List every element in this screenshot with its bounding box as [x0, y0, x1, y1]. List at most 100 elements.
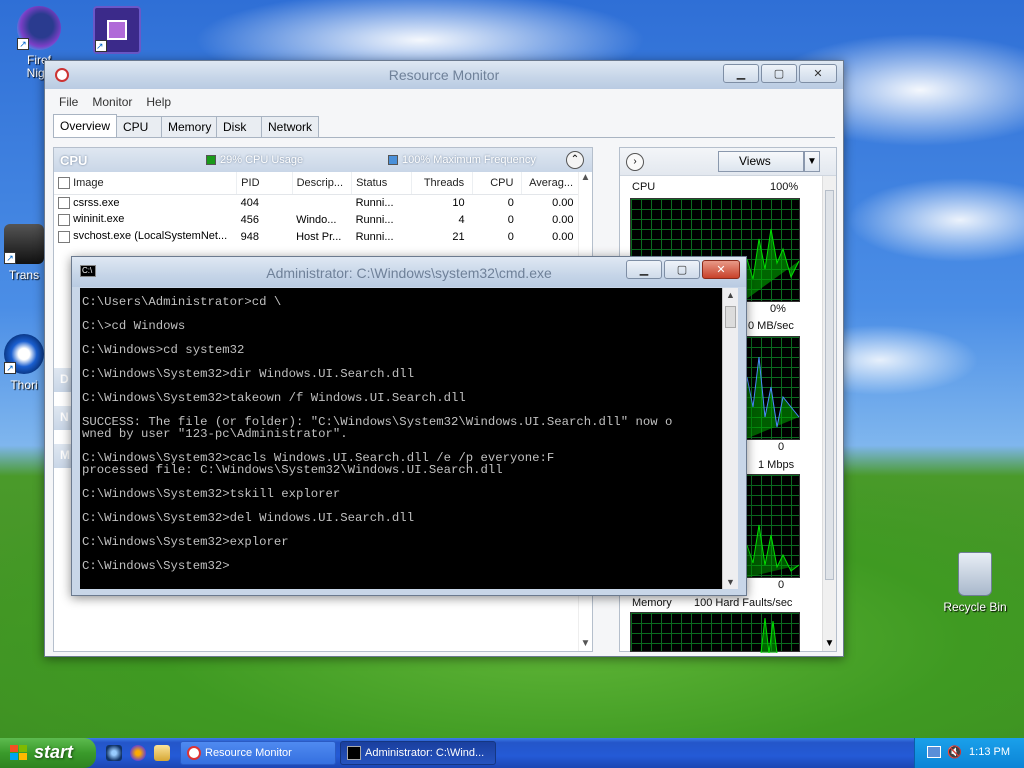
row-checkbox[interactable]	[58, 230, 70, 243]
console-line: C:\>cd Windows	[82, 319, 186, 333]
scroll-down-icon[interactable]: ▼	[723, 577, 738, 587]
column-threads[interactable]: Threads	[411, 172, 474, 195]
console-line: C:\Windows\System32>dir Windows.UI.Searc…	[82, 367, 415, 381]
cmd-titlebar[interactable]: C:\ Administrator: C:\Windows\system32\c…	[72, 257, 746, 287]
minimize-button[interactable]: ▁	[626, 260, 662, 279]
clock[interactable]: 1:13 PM	[969, 746, 1010, 758]
row-checkbox[interactable]	[58, 196, 70, 209]
process-average: 0.00	[552, 196, 574, 209]
quicklaunch-browser-icon[interactable]	[106, 745, 122, 761]
task-cmd[interactable]: Administrator: C:\Wind...	[340, 741, 496, 765]
process-status: Runni...	[355, 213, 394, 226]
network-graph-min: 0	[778, 579, 785, 591]
console-line: C:\Windows\System32>takeown /f Windows.U…	[82, 391, 466, 405]
graph-panel-scrollbar[interactable]: ▼	[822, 176, 836, 651]
tab-memory[interactable]: Memory	[161, 116, 218, 138]
scroll-up-icon[interactable]: ▲	[723, 290, 738, 300]
menu-help[interactable]: Help	[146, 95, 171, 111]
console-output[interactable]: C:\Users\Administrator>cd \ C:\>cd Windo…	[80, 288, 722, 589]
select-all-checkbox[interactable]	[58, 176, 70, 189]
chevron-right-icon[interactable]: ›	[626, 153, 644, 171]
column-cpu[interactable]: CPU	[472, 172, 523, 195]
start-button[interactable]: start	[0, 738, 96, 768]
column-description[interactable]: Descrip...	[292, 172, 353, 195]
desktop-icon-thorium[interactable]: ↗ Thori	[2, 334, 46, 392]
process-cpu: 0	[507, 213, 514, 226]
minimize-icon: ▁	[736, 68, 746, 80]
shortcut-arrow-icon: ↗	[17, 38, 29, 50]
tab-overview[interactable]: Overview	[53, 114, 118, 137]
memory-graph	[630, 612, 800, 654]
cpu-panel-title: CPU	[60, 152, 88, 168]
column-image[interactable]: Image	[54, 172, 238, 195]
process-pid: 456	[240, 213, 260, 226]
transfer-icon: ↗	[4, 224, 44, 264]
quicklaunch-firefox-icon[interactable]	[130, 745, 146, 761]
console-line: C:\Windows\System32>tskill explorer	[82, 487, 341, 501]
recycle-bin-icon	[958, 552, 992, 596]
process-cpu: 0	[507, 230, 514, 243]
scroll-up-icon[interactable]: ▲	[579, 172, 592, 183]
desktop-icon-cpu-z[interactable]: ↗	[93, 6, 141, 54]
menu-bar: File Monitor Help	[45, 89, 843, 111]
scroll-thumb[interactable]	[725, 306, 736, 328]
resource-monitor-icon	[187, 746, 201, 760]
collapse-chevron-icon[interactable]: ⌃	[566, 151, 584, 169]
close-button[interactable]: ✕	[799, 64, 837, 83]
thorium-icon: ↗	[4, 334, 44, 374]
taskbar: start Resource Monitor Administrator: C:…	[0, 738, 1024, 768]
desktop-icon-recycle-bin[interactable]: Recycle Bin	[940, 552, 1010, 614]
console-line: processed file: C:\Windows\System32\Wind…	[82, 463, 503, 477]
menu-monitor[interactable]: Monitor	[92, 95, 132, 111]
desktop-icon-label: Thori	[10, 378, 38, 392]
cpu-frequency-legend-icon	[388, 155, 398, 165]
table-row[interactable]: csrss.exe 404 Runni... 10 0 0.00	[54, 194, 582, 211]
console-scrollbar[interactable]: ▲ ▼	[722, 288, 738, 589]
quicklaunch-folder-icon[interactable]	[154, 745, 170, 761]
maximize-button[interactable]: ▢	[761, 64, 797, 83]
maximize-icon: ▢	[773, 68, 785, 80]
column-pid[interactable]: PID	[236, 172, 293, 195]
console-line: C:\Users\Administrator>cd \	[82, 295, 282, 309]
minimize-button[interactable]: ▁	[723, 64, 759, 83]
process-table-header: Image PID Descrip... Status Threads CPU …	[54, 172, 582, 195]
desktop-icon-transfer[interactable]: ↗ Trans	[2, 224, 46, 282]
graph-panel-toolbar: › Views ▼	[620, 148, 836, 176]
task-resource-monitor[interactable]: Resource Monitor	[180, 741, 336, 765]
tab-network[interactable]: Network	[261, 116, 320, 138]
scroll-down-icon[interactable]: ▼	[579, 638, 592, 649]
tab-divider	[53, 137, 835, 138]
network-icon[interactable]	[927, 746, 941, 758]
views-dropdown-arrow-icon[interactable]: ▼	[804, 151, 820, 172]
maximize-button[interactable]: ▢	[664, 260, 700, 279]
resource-monitor-titlebar[interactable]: Resource Monitor ▁ ▢ ✕	[45, 61, 843, 89]
windows-flag-icon	[10, 745, 27, 760]
shortcut-arrow-icon: ↗	[4, 362, 16, 374]
system-tray: 🔇 1:13 PM	[914, 738, 1024, 768]
cpu-graph-max: 100%	[770, 181, 799, 193]
process-cpu: 0	[507, 196, 514, 209]
cmd-icon	[347, 746, 361, 760]
tab-cpu[interactable]: CPU	[116, 116, 163, 138]
cpu-panel-header[interactable]: CPU 29% CPU Usage 100% Maximum Frequency…	[54, 148, 592, 172]
disk-graph-min: 0	[778, 441, 785, 453]
scroll-thumb[interactable]	[825, 190, 834, 580]
process-description	[292, 194, 352, 211]
tab-strip: Overview CPU Memory Disk Network	[53, 114, 320, 138]
row-checkbox[interactable]	[58, 213, 70, 226]
scroll-down-icon[interactable]: ▼	[823, 638, 836, 649]
table-row[interactable]: wininit.exe 456 Windo... Runni... 4 0 0.…	[54, 211, 582, 228]
menu-file[interactable]: File	[59, 95, 78, 111]
table-row[interactable]: svchost.exe (LocalSystemNet... 948 Host …	[54, 228, 582, 245]
column-average[interactable]: Averag...	[521, 172, 582, 195]
process-average: 0.00	[552, 230, 574, 243]
tab-disk[interactable]: Disk	[216, 116, 263, 138]
views-button[interactable]: Views	[718, 151, 804, 172]
column-status[interactable]: Status	[351, 172, 412, 195]
close-button[interactable]: ✕	[702, 260, 740, 279]
task-label: Resource Monitor	[205, 747, 292, 759]
volume-muted-icon[interactable]: 🔇	[947, 745, 962, 759]
memory-hard-faults: 100 Hard Faults/sec	[694, 597, 793, 609]
process-image: wininit.exe	[73, 213, 125, 226]
process-description: Host Pr...	[296, 230, 342, 243]
